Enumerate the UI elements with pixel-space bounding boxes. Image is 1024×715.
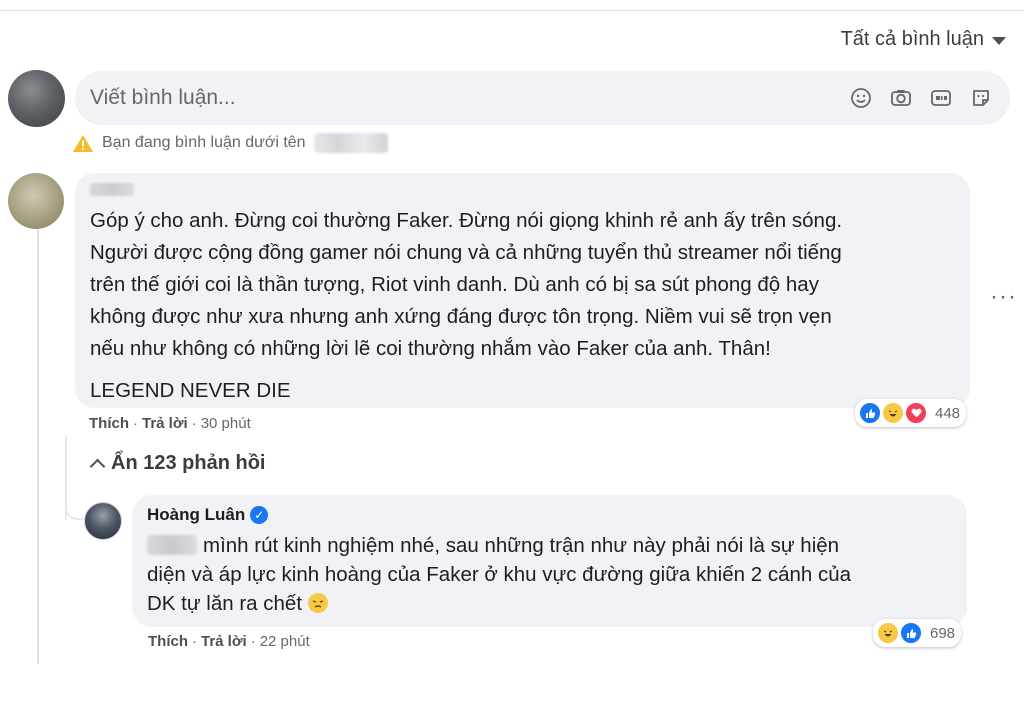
composer-icons: [850, 87, 1010, 109]
reaction-count: 448: [935, 404, 961, 422]
blurred-commenter-name: [90, 183, 134, 196]
caret-down-icon: [992, 36, 1006, 45]
separator: ·: [192, 633, 197, 650]
comment-line: Góp ý cho anh. Đừng coi thường Faker. Đừ…: [90, 209, 843, 232]
reply-author-name[interactable]: Hoàng Luân: [147, 505, 245, 525]
comment-sort-dropdown[interactable]: Tất cả bình luận: [841, 28, 1006, 51]
reply-reaction-summary[interactable]: 698: [873, 619, 962, 647]
reply-line: mình rút kinh nghiệm nhé, sau những trận…: [203, 534, 840, 557]
like-reaction-icon: [899, 621, 923, 645]
reply-line: DK tự lăn ra chết: [147, 592, 303, 615]
comment-line: trên thế giới coi là thần tượng, Riot vi…: [90, 273, 819, 296]
comment-line: nếu như không có những lời lẽ coi thường…: [90, 337, 771, 360]
comment-composer: [75, 71, 1010, 125]
smiley-icon[interactable]: [850, 87, 872, 109]
separator: ·: [133, 415, 138, 432]
reply-link[interactable]: Trả lời: [142, 415, 188, 432]
thread-line: [37, 229, 39, 664]
reply-author-avatar[interactable]: [84, 502, 122, 540]
timestamp[interactable]: 30 phút: [201, 415, 251, 432]
haha-reaction-icon: [876, 621, 900, 645]
verified-badge-icon: ✓: [250, 506, 269, 524]
reply-line: diện và áp lực kinh hoàng của Faker ở kh…: [147, 563, 852, 586]
reply-link[interactable]: Trả lời: [201, 633, 247, 650]
reply-author: Hoàng Luân ✓: [147, 505, 269, 525]
top-divider: [0, 10, 1024, 11]
notice-text: Bạn đang bình luận dưới tên: [102, 134, 306, 151]
identity-notice: Bạn đang bình luận dưới tên: [72, 133, 388, 153]
haha-reaction-icon: [881, 401, 905, 425]
camera-icon[interactable]: [890, 87, 912, 109]
warning-icon: [73, 134, 93, 152]
reaction-count: 698: [930, 624, 956, 642]
gif-icon[interactable]: [930, 87, 952, 109]
comment-line: Người được cộng đồng gamer nói chung và …: [90, 241, 842, 264]
more-options-icon[interactable]: ···: [990, 283, 1017, 311]
current-user-avatar[interactable]: [8, 70, 65, 127]
blurred-username: [313, 133, 388, 153]
reply-actions: Thích · Trả lời · 22 phút: [148, 633, 310, 650]
like-link[interactable]: Thích: [89, 415, 129, 432]
hide-replies-button[interactable]: Ẩn 123 phản hồi: [89, 452, 266, 475]
comment-line: không được như xưa nhưng anh xứng đáng đ…: [90, 305, 832, 328]
blurred-mention: [147, 535, 197, 555]
reply-body: mình rút kinh nghiệm nhé, sau những trận…: [147, 531, 851, 618]
like-link[interactable]: Thích: [148, 633, 188, 650]
reply-bubble: Hoàng Luân ✓ mình rút kinh nghiệm nhé, s…: [132, 495, 967, 627]
comment-body: Góp ý cho anh. Đừng coi thường Faker. Đừ…: [90, 205, 842, 407]
comment-tagline: LEGEND NEVER DIE: [90, 379, 291, 402]
separator: ·: [250, 633, 256, 650]
love-reaction-icon: [904, 401, 928, 425]
sticker-icon[interactable]: [970, 87, 992, 109]
comment-input[interactable]: [75, 85, 850, 111]
pensive-emoji-icon: [308, 593, 329, 613]
hide-replies-label: Ẩn 123 phản hồi: [111, 452, 266, 474]
timestamp[interactable]: 22 phút: [260, 633, 310, 650]
comment-bubble: Góp ý cho anh. Đừng coi thường Faker. Đừ…: [75, 173, 970, 408]
like-reaction-icon: [858, 401, 882, 425]
comment-actions: Thích · Trả lời · 30 phút: [89, 415, 251, 432]
separator: ·: [191, 415, 197, 432]
sort-label: Tất cả bình luận: [840, 28, 984, 50]
reaction-summary[interactable]: 448: [855, 399, 967, 427]
commenter-avatar[interactable]: [8, 173, 64, 229]
chevron-up-icon: [89, 458, 106, 474]
